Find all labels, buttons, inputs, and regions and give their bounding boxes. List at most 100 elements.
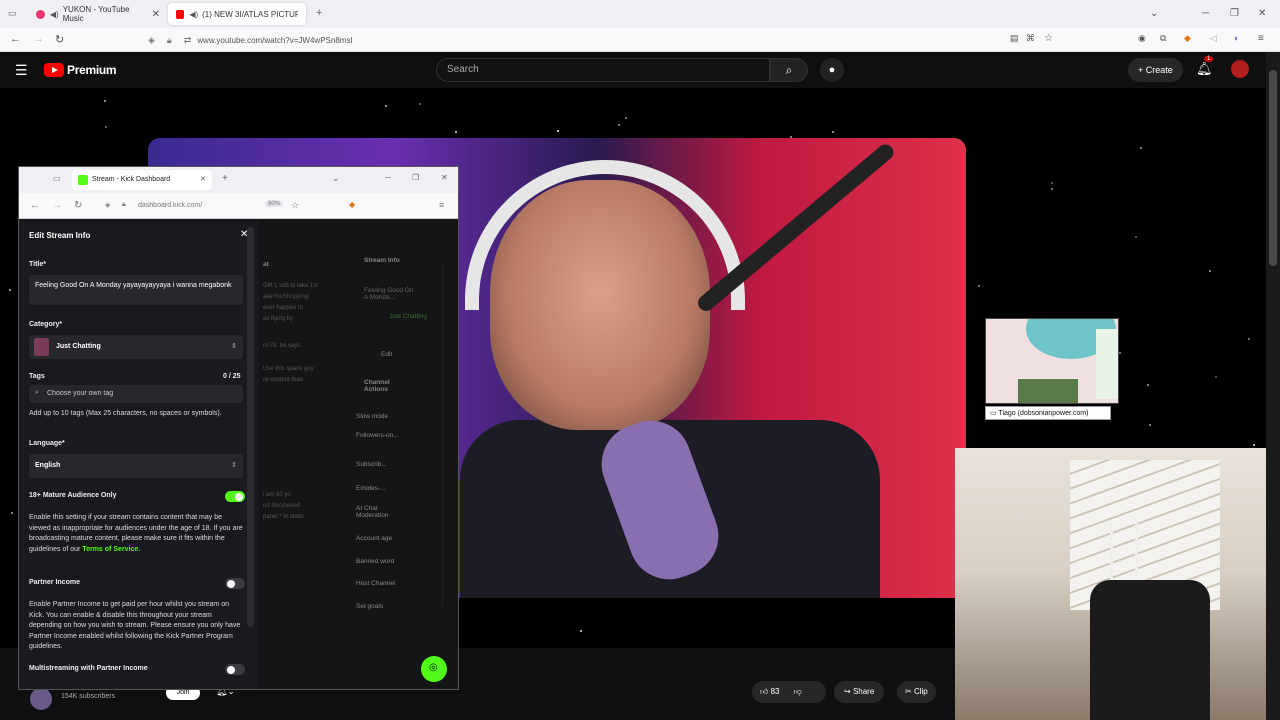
followers-only-item[interactable]: Followers-on...: [356, 432, 399, 439]
lock-icon[interactable]: 🔒︎: [122, 201, 126, 209]
multistream-toggle[interactable]: [225, 664, 245, 675]
partner-income-toggle[interactable]: [225, 578, 245, 589]
title-label: Title*: [29, 261, 46, 268]
like-button[interactable]: 👍︎ 83 👎︎: [752, 681, 826, 703]
address-bar[interactable]: ◈ 🔒︎ ⇄ www.youtube.com/watch?v=JW4wPSn8m…: [142, 31, 1062, 49]
banned-words-item[interactable]: Banned word: [356, 558, 394, 565]
bookmark-star-icon[interactable]: ☆: [291, 200, 299, 211]
lock-icon[interactable]: 🔒︎: [167, 35, 172, 46]
stream-title-input[interactable]: Feeling Good On A Monday yayayayayyaya i…: [29, 275, 243, 305]
category-preview: Just Chatting: [389, 313, 427, 320]
emotes-item[interactable]: Emotes-...: [356, 485, 386, 492]
url-text[interactable]: www.youtube.com/watch?v=JW4wPSn8msI: [197, 36, 352, 45]
restore-icon[interactable]: ❐: [1230, 8, 1239, 19]
zoom-level[interactable]: 90%: [265, 201, 284, 207]
chat-line: Use this space guy: [263, 366, 314, 372]
youtube-premium-logo[interactable]: Premium: [44, 63, 117, 77]
shield-icon[interactable]: ◈: [148, 35, 155, 46]
extensions-icon[interactable]: ⧉: [1160, 33, 1166, 44]
headset-icon: ◎: [429, 662, 438, 673]
share-button[interactable]: ↪ Share: [834, 681, 885, 703]
ai-moderation-item[interactable]: AI Chat Moderation: [356, 505, 406, 519]
hamburger-menu-icon[interactable]: ☰: [15, 62, 28, 79]
close-tab-icon[interactable]: ✕: [152, 9, 160, 20]
search-icon[interactable]: ⌕: [770, 58, 808, 82]
edit-button[interactable]: Edit: [381, 351, 392, 358]
thumbs-down-icon[interactable]: 👎︎: [794, 687, 802, 696]
new-tab-icon[interactable]: +: [316, 7, 322, 19]
search-input[interactable]: Search: [436, 58, 770, 82]
reload-icon[interactable]: ↻: [55, 33, 64, 46]
forward-icon[interactable]: →: [33, 33, 44, 45]
reload-icon[interactable]: ↻: [74, 200, 82, 211]
youtube-play-logo-icon: [44, 63, 64, 77]
minimize-icon[interactable]: ─: [1202, 8, 1209, 19]
kick-url[interactable]: dashboard.kick.com/: [138, 202, 202, 209]
metamask-icon[interactable]: ◆: [1184, 33, 1191, 44]
tab-list-icon[interactable]: ▭: [8, 8, 17, 19]
shield-icon[interactable]: ◈: [105, 201, 110, 209]
star-dot: [1051, 187, 1054, 190]
close-window-icon[interactable]: ✕: [441, 173, 448, 182]
search-icon: ⌕: [35, 389, 39, 396]
reader-view-icon[interactable]: ▤: [1010, 33, 1019, 44]
account-icon[interactable]: ◉: [1138, 33, 1146, 44]
terms-of-service-link[interactable]: Terms of Service.: [82, 546, 140, 553]
metamask-icon[interactable]: ◆: [349, 200, 355, 209]
speaker-icon[interactable]: ◀): [50, 10, 59, 19]
microphone-icon[interactable]: ●: [820, 58, 844, 82]
restore-icon[interactable]: ❐: [412, 173, 419, 182]
star-dot: [1149, 423, 1152, 426]
app-menu-icon[interactable]: ≡: [1258, 33, 1264, 44]
tags-input[interactable]: ⌕ Choose your own tag: [29, 385, 243, 403]
close-tab-icon[interactable]: ✕: [200, 170, 206, 190]
kick-tab[interactable]: Stream - Kick Dashboard ✕: [72, 170, 212, 190]
account-age-item[interactable]: Account age: [356, 535, 392, 542]
speaker-icon[interactable]: ◀): [189, 10, 198, 19]
app-menu-icon[interactable]: ≡: [439, 200, 444, 210]
tool-rail: [442, 265, 456, 605]
back-icon[interactable]: ←: [30, 200, 40, 211]
audio-extension-icon[interactable]: ◁: [1210, 33, 1217, 44]
permissions-icon[interactable]: ⇄: [184, 35, 192, 46]
translate-icon[interactable]: ⌘: [1026, 33, 1035, 44]
channel-avatar[interactable]: [30, 688, 52, 710]
chevron-updown-icon: ⇕: [231, 462, 237, 469]
tab-list-icon[interactable]: ▭: [53, 174, 61, 183]
office-chair: [1090, 580, 1210, 720]
new-tab-icon[interactable]: +: [222, 173, 228, 184]
tab-youtube-video[interactable]: ◀) (1) NEW 3I/ATLAS PICTURE: [168, 3, 306, 25]
clip-button[interactable]: ✂ Clip: [897, 681, 936, 703]
panel-scrollbar[interactable]: [247, 227, 254, 627]
tab-overflow-chevron-icon[interactable]: ⌄: [1150, 8, 1158, 19]
category-value: Just Chatting: [56, 343, 101, 350]
ai-extension-icon[interactable]: ◐: [1234, 33, 1239, 43]
tab-label: (1) NEW 3I/ATLAS PICTURE: [202, 9, 298, 19]
language-select[interactable]: English ⇕: [29, 454, 243, 478]
tab-label: YUKON - YouTube Music: [62, 5, 130, 23]
page-scrollbar-thumb[interactable]: [1269, 70, 1277, 266]
share-icon: ↪: [844, 687, 853, 696]
bookmark-star-icon[interactable]: ☆: [1044, 33, 1053, 44]
mature-toggle[interactable]: [225, 491, 245, 502]
chat-snippets: Gift 1 sub to take 1st akeYouShopping: e…: [263, 281, 347, 523]
notifications-bell-icon[interactable]: 🔔︎: [1196, 61, 1213, 77]
like-count: 83: [770, 687, 780, 696]
back-icon[interactable]: ←: [10, 33, 21, 45]
minimize-icon[interactable]: ─: [385, 173, 391, 182]
support-chat-button[interactable]: ◎: [421, 656, 447, 682]
forward-icon[interactable]: →: [52, 200, 62, 211]
account-avatar[interactable]: [1231, 60, 1249, 78]
subscribers-item[interactable]: Subscrib...: [356, 461, 387, 468]
star-dot: [1134, 236, 1137, 239]
host-channel-item[interactable]: Host Channel: [356, 580, 395, 587]
tab-youtube-music[interactable]: ◀) YUKON - YouTube Music ✕: [28, 3, 168, 25]
category-select[interactable]: Just Chatting ⇕: [29, 335, 243, 359]
star-dot: [1147, 383, 1150, 386]
slow-mode-item[interactable]: Slow mode: [356, 413, 388, 420]
create-button[interactable]: + Create: [1128, 58, 1183, 82]
set-goals-item[interactable]: Set goals: [356, 603, 383, 610]
tab-overflow-chevron-icon[interactable]: ⌄: [332, 173, 340, 184]
plus-icon: +: [1138, 65, 1146, 75]
close-window-icon[interactable]: ✕: [1258, 8, 1266, 19]
